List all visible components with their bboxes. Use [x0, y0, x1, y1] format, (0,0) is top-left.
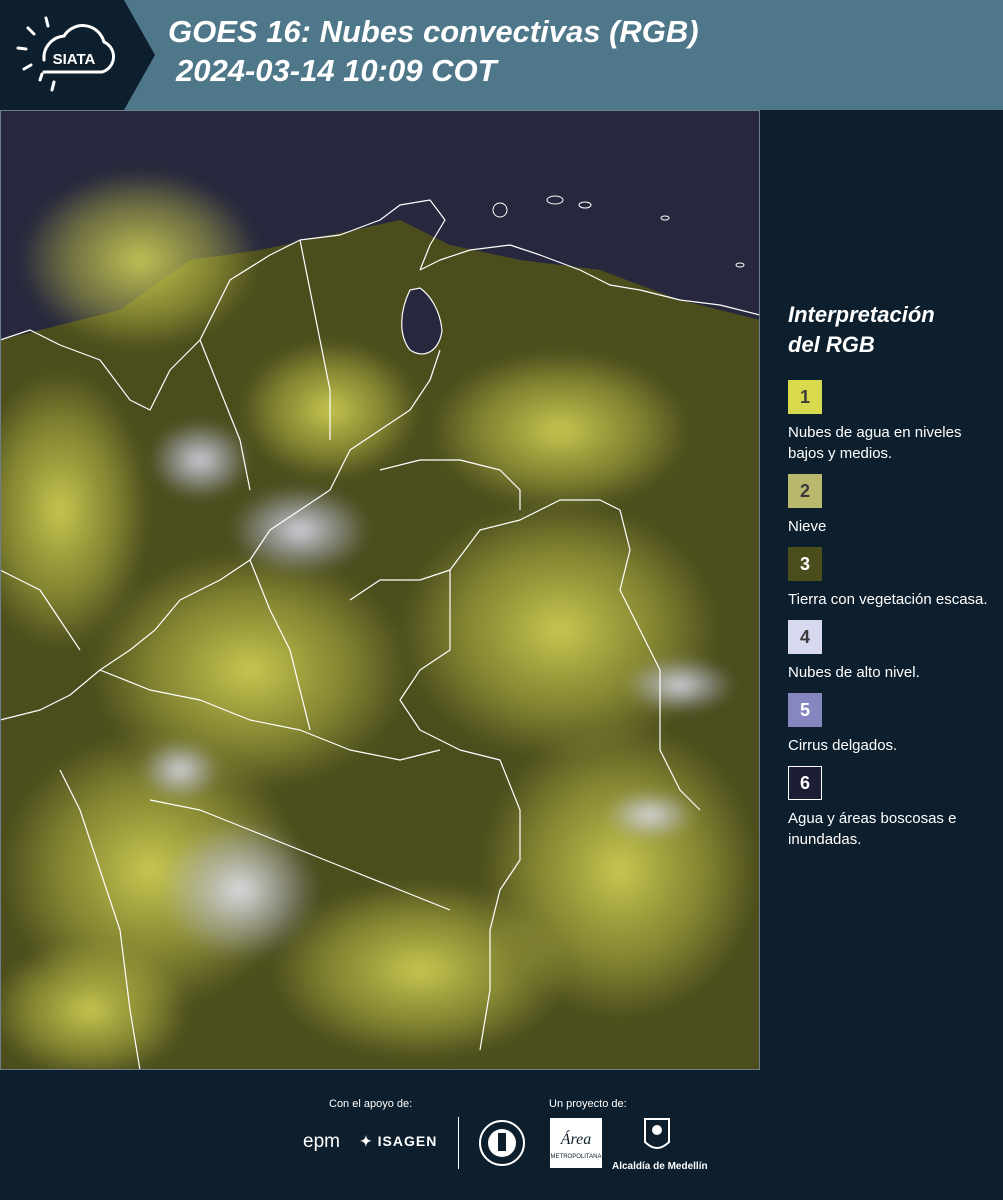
alcaldia-label: Alcaldía de Medellín	[612, 1161, 708, 1172]
isagen-star-icon: ✦	[360, 1133, 373, 1149]
legend-swatch: 3	[788, 547, 822, 581]
siata-logo: SIATA	[16, 16, 115, 92]
alcaldia-logo: Alcaldía de Medellín	[612, 1118, 708, 1172]
legend-label: Nubes de agua en niveles bajos y medios.	[788, 424, 962, 462]
logo-block: SIATA	[0, 0, 155, 110]
footer-divider	[458, 1117, 459, 1169]
isagen-logo: ✦ ISAGEN	[360, 1133, 437, 1150]
footer: Con el apoyo de: Un proyecto de: epm ✦ I…	[0, 1070, 1003, 1200]
legend-item: 4 Nubes de alto nivel.	[788, 620, 988, 683]
support-caption: Con el apoyo de:	[329, 1098, 413, 1110]
project-caption: Un proyecto de:	[549, 1098, 627, 1110]
svg-text:Área: Área	[560, 1129, 592, 1148]
isagen-label: ISAGEN	[377, 1133, 438, 1149]
legend-swatch: 5	[788, 693, 822, 727]
legend-label: Cirrus delgados.	[788, 737, 898, 754]
svg-text:SIATA: SIATA	[53, 51, 96, 68]
header-bar: SIATA GOES 16: Nubes convectivas (RGB) 2…	[0, 0, 1003, 110]
legend-item: 5 Cirrus delgados.	[788, 693, 988, 756]
legend-item: 2 Nieve	[788, 474, 988, 537]
legend-label: Agua y áreas boscosas e inundadas.	[788, 810, 957, 848]
legend-items: 1 Nubes de agua en niveles bajos y medios…	[788, 380, 988, 850]
legend-swatch: 4	[788, 620, 822, 654]
legend: Interpretación del RGB 1 Nubes de agua en…	[788, 300, 988, 860]
area-metropolitana-logo: Área METROPOLITANA	[550, 1118, 602, 1168]
legend-item: 3 Tierra con vegetación escasa.	[788, 547, 988, 610]
page-title: GOES 16: Nubes convectivas (RGB)	[168, 14, 699, 49]
image-timestamp: 2024-03-14 10:09 COT	[176, 53, 497, 88]
legend-item: 1 Nubes de agua en niveles bajos y medios…	[788, 380, 988, 464]
legend-swatch: 2	[788, 474, 822, 508]
legend-label: Nubes de alto nivel.	[788, 664, 920, 681]
alcaldia-shield-icon	[644, 1118, 670, 1149]
svg-text:METROPOLITANA: METROPOLITANA	[551, 1154, 602, 1160]
legend-item: 6 Agua y áreas boscosas e inundadas.	[788, 766, 988, 850]
medellin-seal-logo	[479, 1120, 525, 1166]
legend-swatch: 1	[788, 380, 822, 414]
legend-swatch: 6	[788, 766, 822, 800]
legend-title: Interpretación del RGB	[788, 302, 935, 357]
epm-logo: epm	[303, 1131, 340, 1152]
legend-label: Tierra con vegetación escasa.	[788, 591, 988, 608]
satellite-map	[0, 110, 760, 1070]
legend-label: Nieve	[788, 518, 827, 535]
